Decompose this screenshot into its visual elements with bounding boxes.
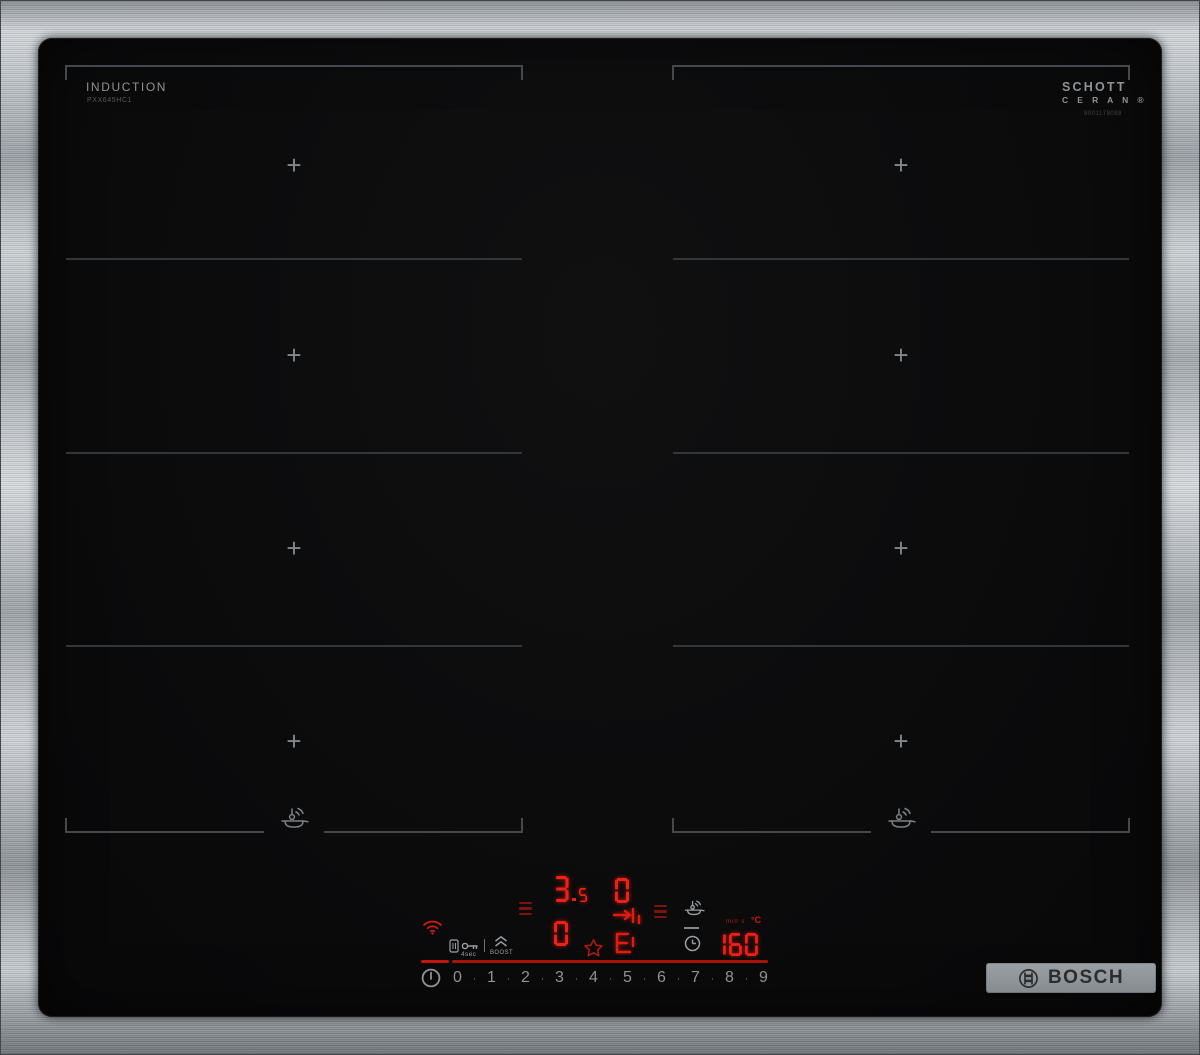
timer-dash-indicator <box>684 927 699 929</box>
power-level-display-left <box>554 876 588 902</box>
flex-zone-right: + + + + <box>672 65 1130 833</box>
zone-divider-line <box>66 645 522 647</box>
zone-divider-line <box>673 258 1129 260</box>
power-level-display-lower <box>554 921 568 946</box>
slider-number-6[interactable]: 6 <box>657 969 666 987</box>
zone-bracket-bottom-right <box>931 818 1130 833</box>
temperature-display <box>713 933 759 956</box>
favorite-star-key[interactable] <box>583 938 604 958</box>
slider-number-4[interactable]: 4 <box>589 969 598 987</box>
pan-transfer-led-icon <box>612 907 641 954</box>
cooking-zone-marker[interactable]: + <box>881 145 921 185</box>
slider-dot: · <box>710 971 715 985</box>
slider-dot: · <box>540 971 545 985</box>
cooking-zone-marker[interactable]: + <box>881 721 921 761</box>
zone-bracket-bottom-left <box>65 818 264 833</box>
slider-track-power-segment <box>421 960 449 963</box>
bosch-symbol-icon <box>1018 968 1038 988</box>
slider-dot: · <box>676 971 681 985</box>
console-divider <box>484 939 485 952</box>
zone-divider-line <box>66 452 522 454</box>
slider-dot: · <box>608 971 613 985</box>
zone-divider-line <box>673 645 1129 647</box>
frying-sensor-icon <box>281 807 309 828</box>
zone-select-indicator-left <box>519 902 532 918</box>
slider-dot: · <box>744 971 749 985</box>
boost-chevrons-icon <box>495 936 507 947</box>
power-slider[interactable]: 0 · 1 · 2 · 3 · 4 · 5 · 6 · 7 · 8 · 9 <box>453 966 768 990</box>
slider-number-5[interactable]: 5 <box>623 969 632 987</box>
slider-number-1[interactable]: 1 <box>487 969 496 987</box>
cooking-zone-marker[interactable]: + <box>881 335 921 375</box>
slider-number-9[interactable]: 9 <box>759 969 768 987</box>
boost-key[interactable]: BOOST <box>490 936 520 960</box>
zone-bracket-top <box>65 65 523 80</box>
frying-sensor-icon <box>888 807 916 828</box>
wifi-icon <box>423 920 442 935</box>
zone-bracket-top <box>672 65 1130 80</box>
cooking-sensor-key[interactable] <box>681 898 707 918</box>
slider-number-0[interactable]: 0 <box>453 969 462 987</box>
childlock-hold-label: 4sec <box>461 951 477 958</box>
temp-caption: min s <box>726 919 746 925</box>
zone-bracket-bottom-right <box>324 818 523 833</box>
slider-dot: · <box>506 971 511 985</box>
childlock-key[interactable]: 4sec <box>449 937 485 959</box>
bosch-logo: BOSCH <box>986 963 1156 993</box>
power-level-display-mid <box>615 878 629 903</box>
power-button[interactable] <box>420 967 442 989</box>
cooking-zone-marker[interactable]: + <box>274 145 314 185</box>
zone-divider-line <box>673 452 1129 454</box>
zone-divider-line <box>66 258 522 260</box>
key-icon <box>461 942 478 950</box>
cooking-zone-marker[interactable]: + <box>881 528 921 568</box>
slider-track <box>452 960 768 963</box>
boost-label: BOOST <box>490 950 514 956</box>
induction-hob: INDUCTION PXX645HC1 SCHOTT C E R A N ® 9… <box>0 0 1200 1055</box>
slider-dot: · <box>642 971 647 985</box>
cooking-zone-marker[interactable]: + <box>274 721 314 761</box>
slider-dot: · <box>472 971 477 985</box>
flex-zone-left: + + + + <box>65 65 523 833</box>
cooking-zone-marker[interactable]: + <box>274 528 314 568</box>
slider-number-7[interactable]: 7 <box>691 969 700 987</box>
zone-bracket-bottom-left <box>672 818 871 833</box>
bosch-wordmark: BOSCH <box>1047 967 1125 988</box>
slider-number-2[interactable]: 2 <box>521 969 530 987</box>
timer-clock-key[interactable] <box>684 935 701 952</box>
slider-dot: · <box>574 971 579 985</box>
cooking-zone-marker[interactable]: + <box>274 335 314 375</box>
panel-lock-icon <box>449 939 459 953</box>
zone-select-indicator-right <box>654 905 667 921</box>
temp-unit-label: °C <box>751 915 762 925</box>
slider-number-3[interactable]: 3 <box>555 969 564 987</box>
slider-number-8[interactable]: 8 <box>725 969 734 987</box>
